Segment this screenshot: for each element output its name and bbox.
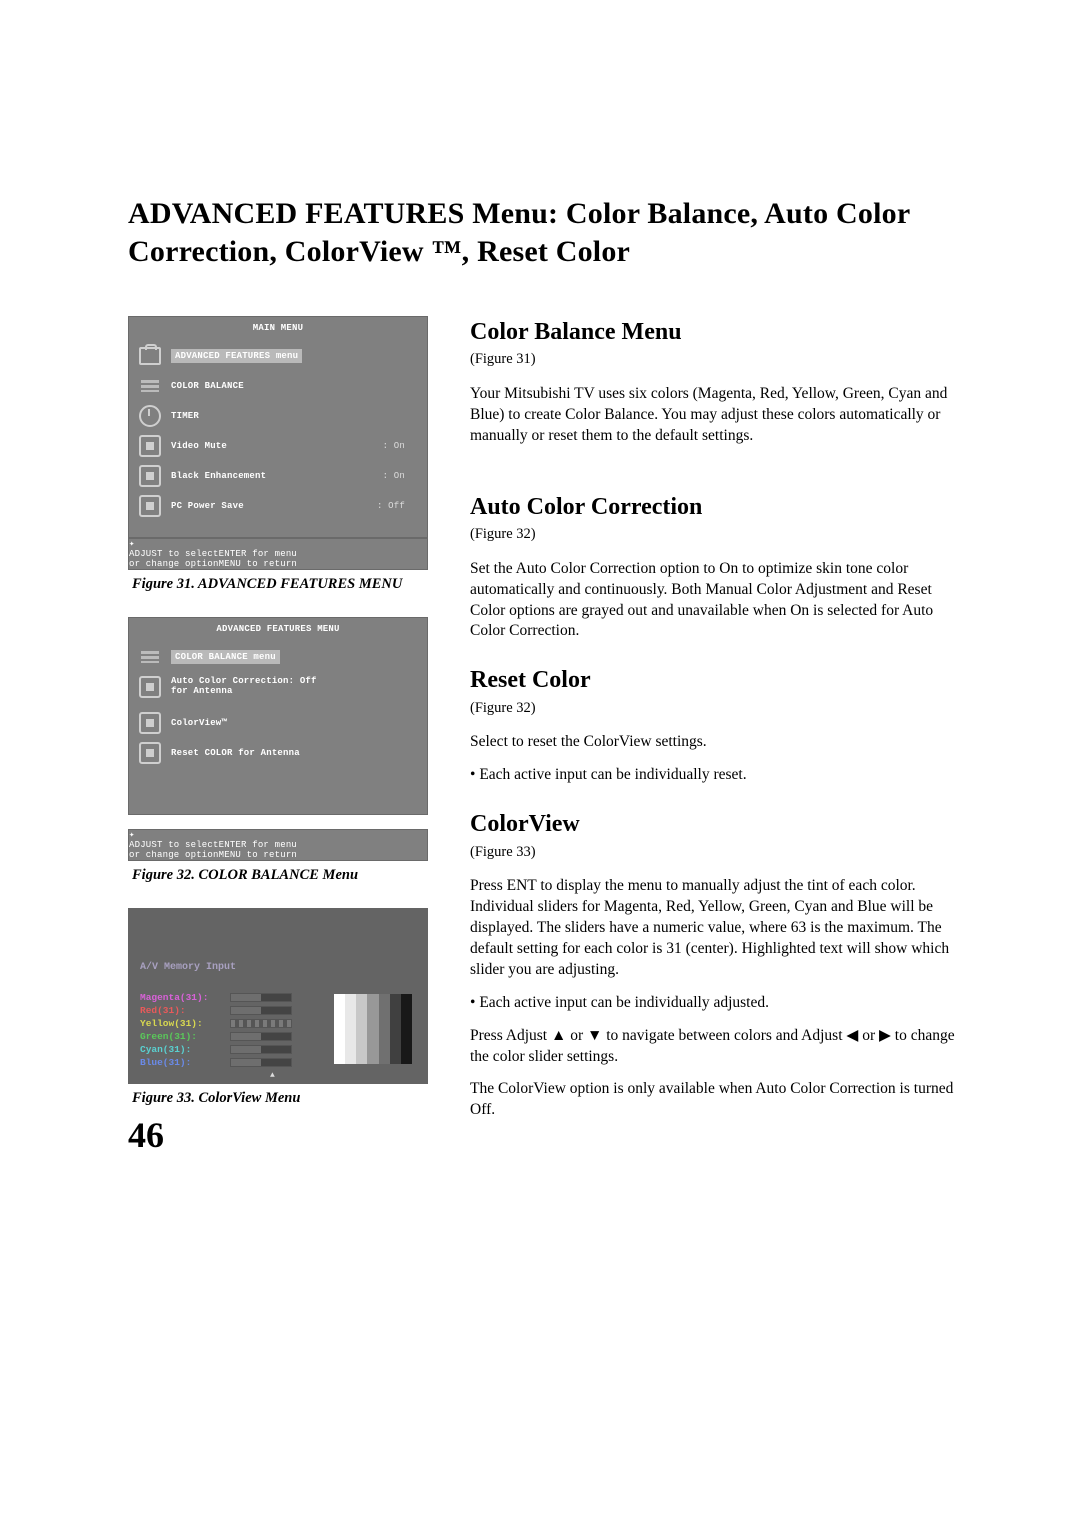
grayscale-bar [356,994,367,1064]
bars-icon [139,375,161,397]
grayscale-bar [367,994,378,1064]
slider-label: Red(31): [140,1005,226,1016]
menu-row[interactable]: ColorView™ [129,708,427,738]
grayscale-bar [334,994,345,1064]
down-arrow-icon: ▼ [587,1027,602,1044]
grayscale-bar [379,994,390,1064]
bars-icon [139,646,161,668]
slider-bar[interactable] [230,1058,292,1067]
square-icon [139,676,161,698]
menu-row-label: Black Enhancement [171,471,266,481]
square-icon [139,495,161,517]
slider-bar[interactable] [230,1006,292,1015]
heading-color-balance: Color Balance Menu [470,316,960,348]
menu-row[interactable]: Reset COLOR for Antenna [129,738,427,768]
grayscale-bars [334,994,412,1064]
menu-row-value: : On [383,441,405,451]
slider-bar[interactable] [230,1032,292,1041]
fig32-title: ADVANCED FEATURES MENU [129,618,427,640]
slider-label: Cyan(31): [140,1044,226,1055]
menu-row-label: ColorView™ [171,718,227,728]
grayscale-bar [390,994,401,1064]
sub-colorview: (Figure 33) [470,843,960,863]
sub-reset-color: (Figure 32) [470,699,960,719]
slider-label: Blue(31): [140,1057,226,1068]
fig33-panel: A/V Memory Input Magenta(31): Red(31): Yel… [128,908,428,1084]
menu-row-label: TIMER [171,411,199,421]
grayscale-bar [401,994,412,1064]
menu-row[interactable]: COLOR BALANCE menu [129,642,427,672]
menu-row[interactable]: Black Enhancement : On [129,461,427,491]
square-icon [139,435,161,457]
left-arrow-icon: ◀ [846,1027,858,1044]
menu-row-label: Auto Color Correction: Off for Antenna [171,676,317,696]
sub-color-balance: (Figure 31) [470,350,960,370]
adjust-nav-icon: ✦ [129,830,427,840]
fig31-footer-change: or change option [129,559,219,569]
menu-row[interactable]: Video Mute : On [129,431,427,461]
fig31-caption: Figure 31. ADVANCED FEATURES MENU [132,576,428,593]
fig32-caption: Figure 32. COLOR BALANCE Menu [132,867,428,884]
slider-label: Green(31): [140,1031,226,1042]
menu-row-label: Reset COLOR for Antenna [171,748,300,758]
adjust-nav-icon: ✦ [129,539,427,549]
para-colorview-3: The ColorView option is only available w… [470,1079,960,1121]
para-reset-color: Select to reset the ColorView settings. [470,732,960,753]
menu-row[interactable]: ADVANCED FEATURES menu [129,341,427,371]
menu-row-label: COLOR BALANCE menu [171,650,280,664]
toolbox-icon [139,345,161,367]
para-auto-color: Set the Auto Color Correction option to … [470,559,960,643]
menu-row-label: COLOR BALANCE [171,381,244,391]
up-arrow-icon: ▲ [551,1027,566,1044]
slider-bar[interactable] [230,993,292,1002]
sub-auto-color: (Figure 32) [470,525,960,545]
slider-label: Yellow(31): [140,1018,226,1029]
slider-bar[interactable] [230,1019,292,1028]
menu-row-value: : Off [377,501,405,511]
slider-up-indicator: ▲ [140,1071,416,1080]
fig32-footer-change: or change option [129,850,219,860]
menu-row-label: PC Power Save [171,501,244,511]
fig32-footer-menu: MENU to return [219,850,297,860]
fig31-title: MAIN MENU [129,317,427,339]
square-icon [139,712,161,734]
menu-row[interactable]: PC Power Save : Off [129,491,427,521]
fig32-menu: ADVANCED FEATURES MENU COLOR BALANCE men… [128,617,428,815]
left-column: MAIN MENU ADVANCED FEATURES menu COLOR BA… [128,316,428,1133]
menu-row[interactable]: TIMER [129,401,427,431]
fig31-footer-adjust: ADJUST to select [129,549,219,559]
fig32-footer-enter: ENTER for menu [219,840,297,850]
slider-label: Magenta(31): [140,992,226,1003]
fig31-footer: ✦ ADJUST to selectENTER for menu or chan… [128,538,428,570]
fig32-footer: ✦ ADJUST to selectENTER for menu or chan… [128,829,428,861]
heading-auto-color: Auto Color Correction [470,491,960,523]
square-icon [139,742,161,764]
right-column: Color Balance Menu (Figure 31) Your Mits… [470,316,960,1133]
menu-row-label: ADVANCED FEATURES menu [171,349,302,363]
menu-row-value: : On [383,471,405,481]
fig31-footer-menu: MENU to return [219,559,297,569]
fig33-caption: Figure 33. ColorView Menu [132,1090,428,1107]
para-colorview-2: Press Adjust ▲ or ▼ to navigate between … [470,1026,960,1068]
para-colorview-1: Press ENT to display the menu to manuall… [470,876,960,981]
square-icon [139,465,161,487]
menu-row[interactable]: Auto Color Correction: Off for Antenna [129,672,427,708]
heading-colorview: ColorView [470,808,960,840]
fig33-header: A/V Memory Input [140,962,416,973]
fig32-footer-adjust: ADJUST to select [129,840,219,850]
grayscale-bar [345,994,356,1064]
menu-row-label: Video Mute [171,441,227,451]
clock-icon [139,405,161,427]
bullet-reset-color: Each active input can be individually re… [470,765,960,786]
fig31-menu: MAIN MENU ADVANCED FEATURES menu COLOR BA… [128,316,428,538]
para-color-balance: Your Mitsubishi TV uses six colors (Mage… [470,384,960,447]
menu-row[interactable]: COLOR BALANCE [129,371,427,401]
page-title: ADVANCED FEATURES Menu: Color Balance, A… [128,195,960,270]
bullet-colorview: Each active input can be individually ad… [470,993,960,1014]
right-arrow-icon: ▶ [879,1027,891,1044]
fig31-footer-enter: ENTER for menu [219,549,297,559]
page-number: 46 [128,1114,164,1156]
slider-bar[interactable] [230,1045,292,1054]
heading-reset-color: Reset Color [470,664,960,696]
